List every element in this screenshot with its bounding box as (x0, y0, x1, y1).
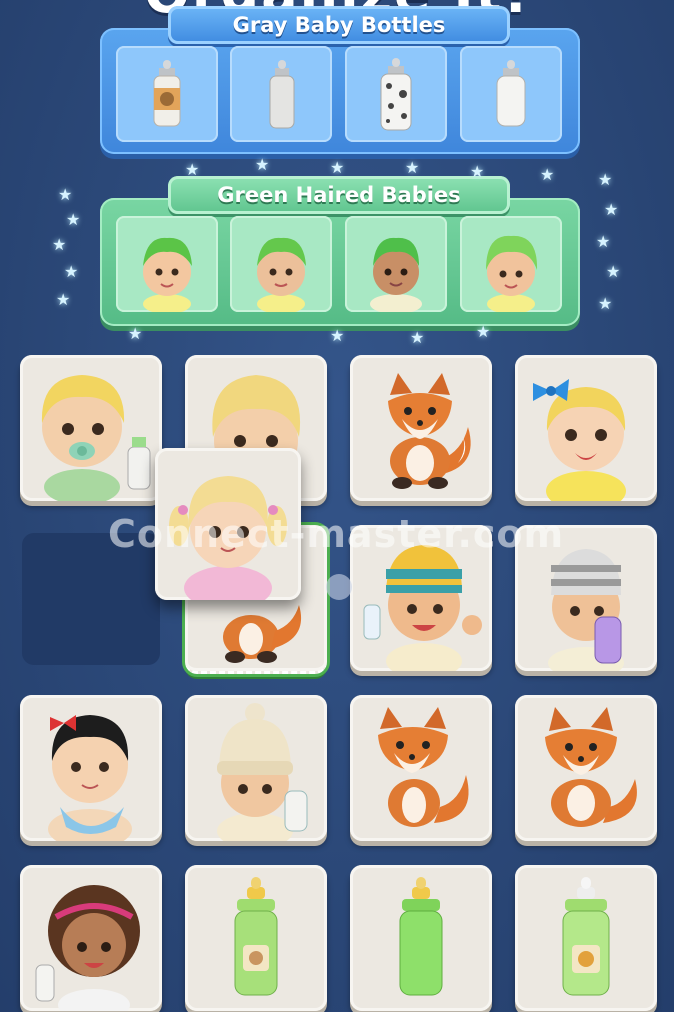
sparkle-icon: ★ (52, 235, 67, 254)
baby-black-hair-bib-icon (48, 715, 132, 841)
fox-icon (388, 373, 471, 489)
sparkle-icon: ★ (598, 294, 613, 313)
category-slot (116, 46, 218, 142)
bottle-white-icon (496, 60, 526, 127)
sparkle-icon: ★ (596, 232, 611, 251)
sparkle-icon: ★ (476, 322, 491, 341)
watermark: Connect-master.com (108, 512, 565, 556)
baby-blue-bow-icon (533, 379, 626, 501)
sparkle-icon: ★ (405, 158, 420, 177)
sparkle-icon: ★ (128, 324, 143, 343)
bottle-spotted-icon (380, 58, 412, 131)
sparkle-icon: ★ (58, 185, 73, 204)
category-label: Green Haired Babies (168, 176, 510, 214)
sparkle-icon: ★ (470, 162, 485, 181)
category-gray-baby-bottles: Gray Baby Bottles (100, 6, 580, 154)
board-tile[interactable] (350, 865, 492, 1011)
sparkle-icon: ★ (598, 170, 613, 189)
sparkle-icon: ★ (255, 155, 270, 174)
bottle-green-lion-icon (562, 877, 610, 996)
board-tile[interactable] (515, 865, 657, 1011)
baby-green-hair-icon (486, 235, 538, 312)
baby-knit-hat-icon (217, 703, 308, 841)
sparkle-icon: ★ (410, 328, 425, 347)
bottle-green-plain-icon (399, 877, 443, 996)
sparkle-icon: ★ (330, 326, 345, 345)
baby-green-hair-icon (143, 237, 192, 312)
category-slot (460, 216, 562, 312)
fox-icon (545, 707, 637, 827)
bottle-plain-icon (269, 60, 295, 129)
bottle-green-bear-icon (234, 877, 278, 996)
fox-icon (378, 707, 469, 827)
touch-cursor (326, 574, 352, 600)
category-label: Gray Baby Bottles (168, 6, 510, 44)
category-slot (460, 46, 562, 142)
baby-green-hair-icon (370, 237, 422, 312)
bottle-bear-icon (153, 60, 181, 127)
game-board: Organize It! Gray Baby Bottles (0, 0, 674, 1012)
sparkle-icon: ★ (66, 210, 81, 229)
category-slot (345, 46, 447, 142)
baby-blonde-pacifier-icon (41, 375, 151, 501)
board-tile[interactable] (350, 695, 492, 841)
board-tile[interactable] (20, 355, 162, 501)
sparkle-icon: ★ (64, 262, 79, 281)
sparkle-icon: ★ (606, 262, 621, 281)
board-tile[interactable] (515, 695, 657, 841)
baby-green-hair-icon (257, 237, 306, 312)
board-tile[interactable] (20, 695, 162, 841)
board-tile[interactable] (185, 865, 327, 1011)
category-slot (116, 216, 218, 312)
board-tile[interactable] (20, 865, 162, 1011)
category-slot (345, 216, 447, 312)
category-slot (230, 46, 332, 142)
sparkle-icon: ★ (604, 200, 619, 219)
board-tile[interactable] (515, 355, 657, 501)
sparkle-icon: ★ (330, 158, 345, 177)
board-tile[interactable] (185, 695, 327, 841)
baby-curly-headband-icon (35, 885, 140, 1011)
sparkle-icon: ★ (56, 290, 71, 309)
sparkle-icon: ★ (540, 165, 555, 184)
board-tile[interactable] (350, 355, 492, 501)
category-green-haired-babies: Green Haired Babies (100, 176, 580, 326)
sparkle-icon: ★ (185, 160, 200, 179)
category-slot (230, 216, 332, 312)
